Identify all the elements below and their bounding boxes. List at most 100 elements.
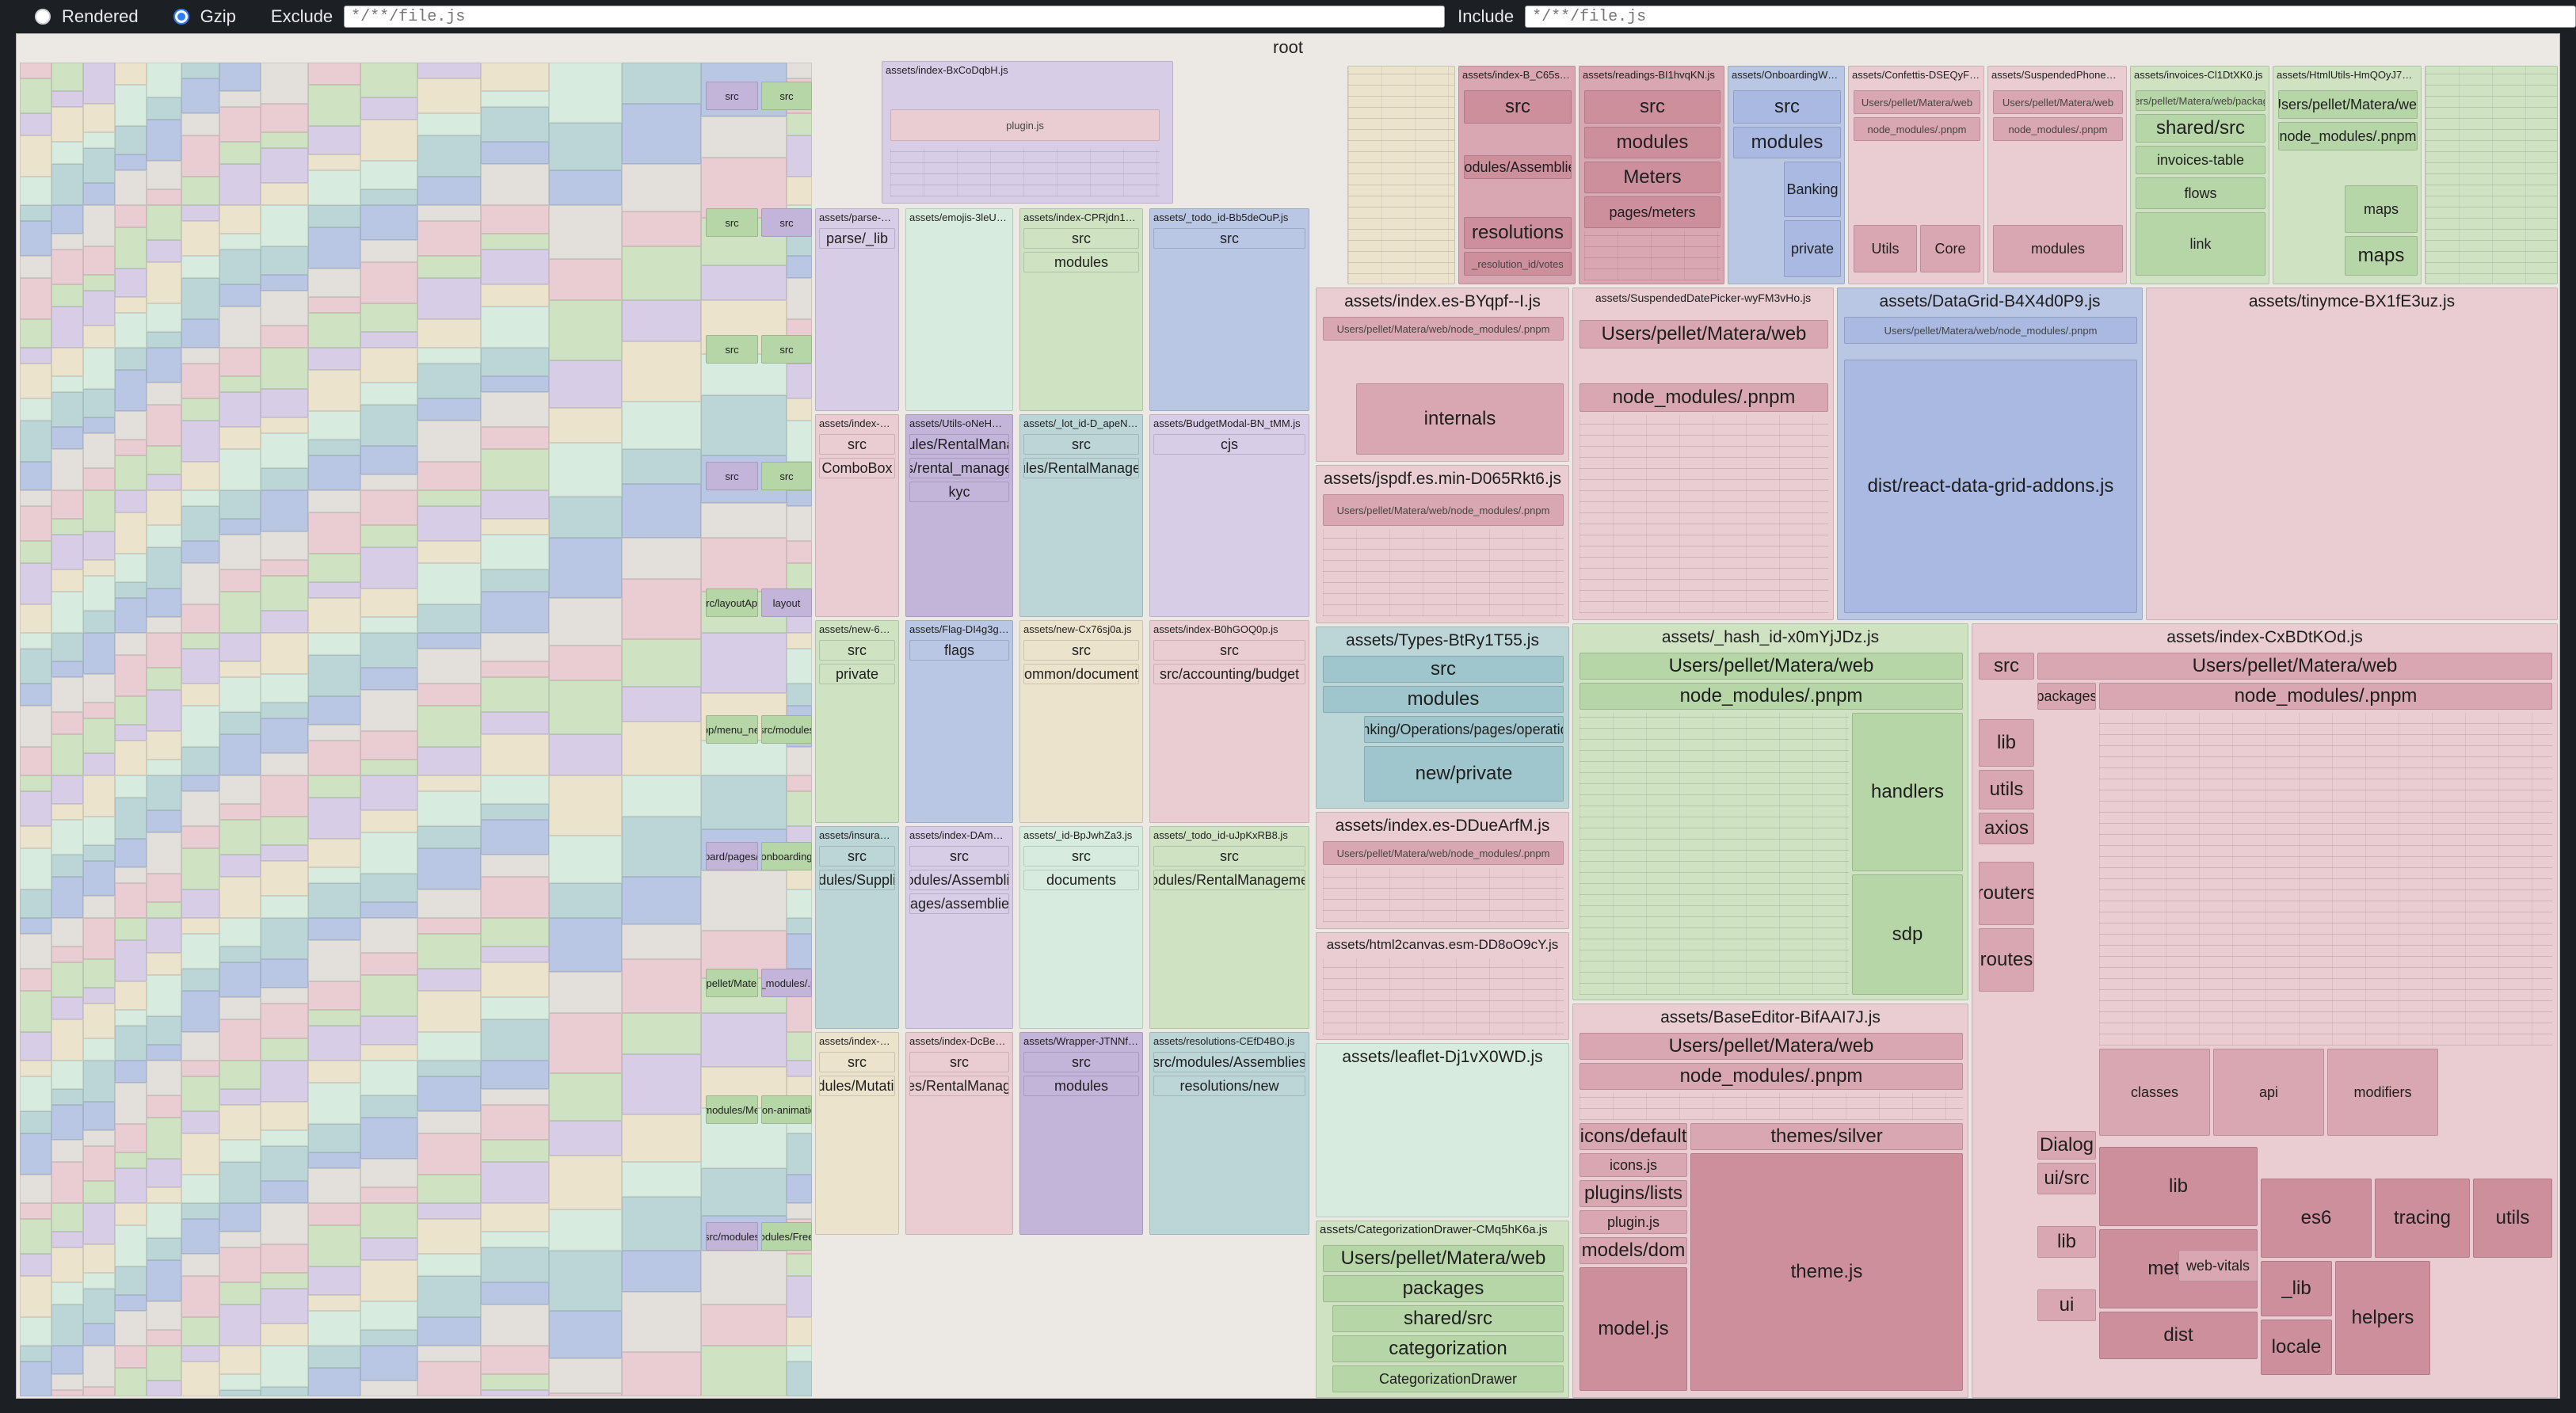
- chunk-cell[interactable]: [115, 741, 147, 775]
- chunk-cell[interactable]: [115, 227, 147, 269]
- chunk-cell[interactable]: [83, 959, 115, 988]
- chunk-cell[interactable]: [261, 389, 308, 417]
- chunk-cell[interactable]: [360, 1187, 417, 1203]
- chunk-cell[interactable]: [51, 877, 83, 918]
- chunk-cell[interactable]: [308, 269, 360, 297]
- chunk-cell[interactable]: [115, 839, 147, 867]
- chunk-cell[interactable]: [549, 646, 622, 680]
- chunk-cell[interactable]: [115, 455, 147, 490]
- chunk-cell[interactable]: [83, 183, 115, 205]
- chunk-cell[interactable]: [308, 170, 360, 205]
- chunk-cell[interactable]: [622, 538, 701, 579]
- chunk-cell[interactable]: [219, 1247, 261, 1282]
- module-cell[interactable]: themes/silver: [1690, 1123, 1963, 1150]
- chunk-cell[interactable]: [481, 1374, 549, 1390]
- chunk-cell[interactable]: [787, 747, 812, 775]
- chunk-cell[interactable]: [701, 1013, 787, 1067]
- chunk-cell[interactable]: [308, 867, 360, 883]
- chunk-cell[interactable]: [219, 164, 261, 205]
- chunk-cell[interactable]: [115, 440, 147, 455]
- chunk-cell[interactable]: assets/_todo_id-uJpKxRB8.jssrc modules/Re…: [1149, 826, 1309, 1029]
- chunk-cell[interactable]: [549, 170, 622, 205]
- chunk-cell[interactable]: [261, 1038, 308, 1061]
- module-cell[interactable]: src: [819, 846, 895, 866]
- chunk-cell[interactable]: [115, 1203, 147, 1225]
- chunk-cell[interactable]: [147, 525, 181, 547]
- module-cell[interactable]: src/modules/Freemium: [761, 1222, 812, 1251]
- chunk-cell[interactable]: assets/Flag-DI4g3gOL.js flags: [905, 620, 1013, 823]
- chunk-cell[interactable]: [51, 107, 83, 142]
- chunk-cell[interactable]: [83, 1061, 115, 1102]
- chunk-cell[interactable]: [51, 962, 83, 997]
- chunk-cell[interactable]: [417, 1032, 481, 1061]
- chunk-cell[interactable]: [181, 1317, 219, 1346]
- module-cell[interactable]: node_modules/.pnpm: [1580, 383, 1828, 412]
- chunk-cell[interactable]: [51, 1140, 83, 1162]
- chunk-cell[interactable]: assets/SuspendedDatePicker-wyFM3vHo.js U…: [1572, 288, 1834, 620]
- chunk-cell[interactable]: [417, 1061, 481, 1076]
- chunk-cell[interactable]: [83, 63, 115, 104]
- chunk-cell[interactable]: [787, 256, 812, 278]
- chunk-cell[interactable]: [417, 969, 481, 991]
- chunk-cell[interactable]: [481, 348, 549, 376]
- chunk-cell[interactable]: [417, 364, 481, 398]
- module-cell[interactable]: node_modules/.pnpm: [2099, 683, 2552, 710]
- module-cell[interactable]: src: [761, 208, 812, 237]
- chunk-cell[interactable]: [219, 1203, 261, 1232]
- chunk-cell[interactable]: [622, 63, 701, 104]
- chunk-cell[interactable]: assets/parse-BkeEYOrZ.js parse/_lib: [815, 208, 899, 411]
- chunk-cell[interactable]: [549, 443, 622, 497]
- chunk-cell[interactable]: [51, 205, 83, 234]
- chunk-cell[interactable]: [261, 918, 308, 959]
- chunk-cell[interactable]: [622, 104, 701, 164]
- chunk-cell[interactable]: [360, 383, 417, 405]
- chunk-cell[interactable]: [51, 1247, 83, 1282]
- chunk-cell[interactable]: [787, 1276, 812, 1317]
- chunk-cell[interactable]: [787, 934, 812, 969]
- module-cell[interactable]: src: [706, 82, 758, 110]
- chunk-cell[interactable]: [147, 832, 181, 874]
- chunk-cell[interactable]: [701, 1346, 787, 1396]
- chunk-cell[interactable]: [20, 421, 51, 462]
- chunk-cell[interactable]: [181, 506, 219, 541]
- module-cell[interactable]: api: [2213, 1049, 2324, 1136]
- chunk-cell[interactable]: [261, 1146, 308, 1181]
- chunk-cell[interactable]: [219, 1282, 261, 1304]
- chunk-cell[interactable]: [701, 265, 787, 300]
- chunk-cell[interactable]: [51, 249, 83, 284]
- chunk-cell[interactable]: [261, 417, 308, 433]
- chunk-cell[interactable]: [308, 370, 360, 411]
- chunk-cell[interactable]: [51, 918, 83, 946]
- chunk-cell[interactable]: [417, 506, 481, 541]
- chunk-cell[interactable]: [147, 1095, 181, 1118]
- chunk-cell[interactable]: [219, 249, 261, 284]
- chunk-cell[interactable]: [481, 1019, 549, 1061]
- chunk-cell[interactable]: [360, 1045, 417, 1061]
- module-cell[interactable]: src: [706, 208, 758, 237]
- chunk-cell[interactable]: [360, 189, 417, 205]
- chunk-cell[interactable]: [83, 417, 115, 433]
- chunk-cell[interactable]: [549, 408, 622, 443]
- module-cell[interactable]: modules: [1023, 1076, 1139, 1096]
- chunk-cell[interactable]: [83, 132, 115, 148]
- chunk-cell[interactable]: [83, 918, 115, 959]
- chunk-cell[interactable]: [261, 468, 308, 490]
- chunk-cell[interactable]: [147, 303, 181, 332]
- chunk-cell[interactable]: [115, 598, 147, 633]
- chunk-cell[interactable]: [147, 953, 181, 975]
- chunk-cell[interactable]: [115, 940, 147, 981]
- module-cell[interactable]: Users/pellet/Matera/web/node_modules/.pn…: [1323, 841, 1564, 865]
- chunk-cell[interactable]: [481, 284, 549, 307]
- chunk-cell[interactable]: [181, 969, 219, 991]
- chunk-cell[interactable]: [622, 1054, 701, 1114]
- rendered-radio[interactable]: Rendered: [35, 6, 139, 27]
- chunk-cell[interactable]: [308, 839, 360, 867]
- chunk-cell[interactable]: [51, 1019, 83, 1061]
- chunk-cell[interactable]: [360, 668, 417, 690]
- module-cell[interactable]: kyc: [909, 482, 1009, 502]
- module-cell[interactable]: dist/react-data-grid-addons.js: [1844, 360, 2137, 613]
- chunk-cell[interactable]: [181, 747, 219, 775]
- chunk-cell[interactable]: [417, 563, 481, 604]
- chunk-cell[interactable]: [147, 902, 181, 918]
- chunk-cell[interactable]: [147, 547, 181, 588]
